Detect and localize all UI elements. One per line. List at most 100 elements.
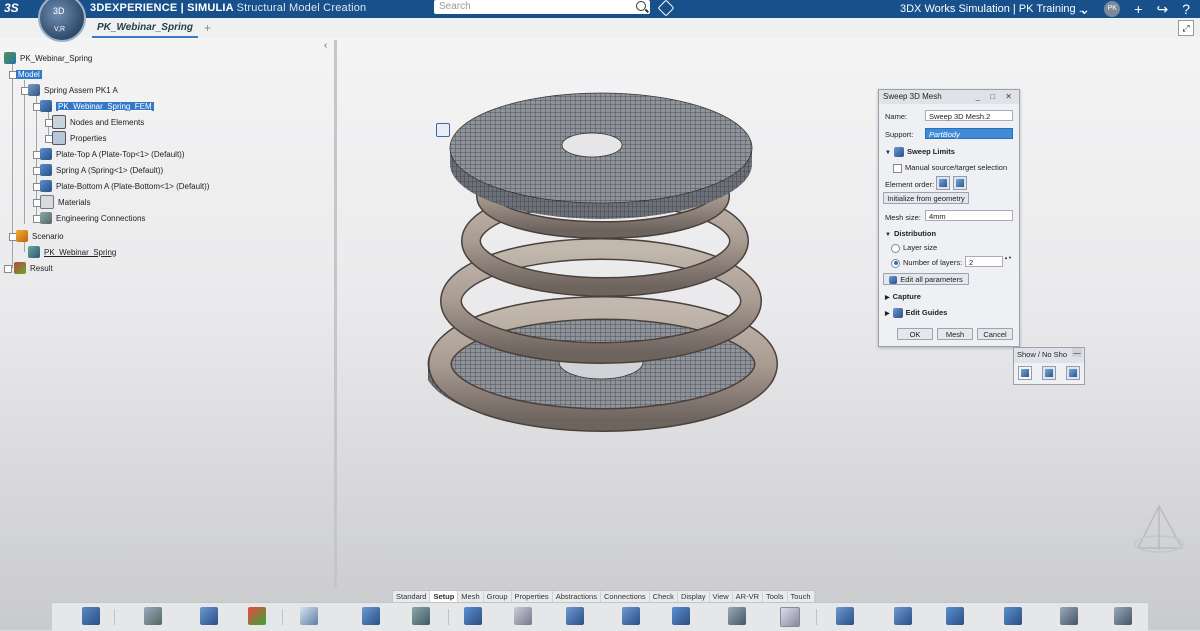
- tree-item-assembly[interactable]: Spring Assem PK1 A: [28, 83, 118, 97]
- tree-item-label: PK_Webinar_Spring: [44, 247, 117, 257]
- show-panel-title-bar[interactable]: Show / No Sho —: [1014, 348, 1084, 363]
- chevron-down-icon[interactable]: ⌄: [1079, 2, 1091, 16]
- help-icon[interactable]: ?: [1182, 2, 1190, 16]
- materials-icon[interactable]: [248, 607, 266, 625]
- layers-spinner[interactable]: ▲▼: [1004, 255, 1012, 261]
- parabolic-order-button[interactable]: [953, 176, 967, 190]
- avatar[interactable]: PK: [1104, 1, 1121, 17]
- octree-mesh-icon[interactable]: [362, 607, 380, 625]
- tree-item-label: Spring Assem PK1 A: [44, 85, 118, 95]
- number-of-layers-option[interactable]: Number of layers:: [891, 258, 962, 268]
- nodes-icon: [52, 115, 66, 129]
- assembly-icon: [28, 84, 40, 96]
- collapse-tree-button[interactable]: ‹: [324, 40, 327, 51]
- sweep-3d-mesh-dialog: Sweep 3D Mesh _ □ ✕ Name: Sweep 3D Mesh.…: [878, 89, 1020, 347]
- transform-icon[interactable]: [728, 607, 746, 625]
- cancel-button[interactable]: Cancel: [977, 328, 1013, 340]
- undo-icon[interactable]: [82, 607, 100, 625]
- edit-guides-section[interactable]: ▶ Edit Guides: [885, 308, 947, 319]
- distribution-section[interactable]: ▼ Distribution: [885, 229, 936, 238]
- layer-size-radio[interactable]: [891, 243, 900, 253]
- share-icon[interactable]: ↪: [1156, 2, 1168, 16]
- tetra-mesh-icon[interactable]: [672, 607, 690, 625]
- import-icon[interactable]: [200, 607, 218, 625]
- tree-item-label: Engineering Connections: [56, 213, 146, 223]
- hexa-mesh-icon[interactable]: [836, 607, 854, 625]
- app-brand: 3DEXPERIENCE | SIMULIA Structural Model …: [90, 2, 366, 14]
- axis-compass-icon[interactable]: [1126, 500, 1192, 566]
- table-icon[interactable]: [300, 607, 318, 625]
- tree-item-result[interactable]: Result: [14, 261, 53, 275]
- mesh-cube-icon[interactable]: [780, 607, 800, 627]
- layer-size-option[interactable]: Layer size: [891, 243, 937, 253]
- layers-field[interactable]: 2: [965, 256, 1003, 267]
- workspace-title[interactable]: 3DX Works Simulation | PK Training ...: [900, 3, 1088, 15]
- solid-mesh-icon[interactable]: [464, 607, 482, 625]
- tree-item-simulation[interactable]: PK_Webinar_Spring: [28, 245, 116, 259]
- add-icon[interactable]: +: [1134, 2, 1142, 16]
- manual-selection-option[interactable]: Manual source/target selection: [893, 163, 1007, 173]
- show-no-show-panel: Show / No Sho —: [1013, 347, 1085, 385]
- chevron-down-icon: ▼: [885, 150, 891, 156]
- ok-button[interactable]: OK: [897, 328, 933, 340]
- mesh-size-field[interactable]: 4mm: [925, 210, 1013, 221]
- tree-item-model[interactable]: Model: [16, 67, 450, 137]
- add-tab-button[interactable]: +: [204, 21, 211, 35]
- tree-item-plate-bottom[interactable]: Plate-Bottom A (Plate-Bottom<1> (Default…: [40, 179, 209, 193]
- expand-toggle[interactable]: [4, 265, 12, 273]
- name-field[interactable]: Sweep 3D Mesh.2: [925, 110, 1013, 121]
- mesh-check-icon[interactable]: [1060, 607, 1078, 625]
- plate-top[interactable]: [449, 92, 753, 219]
- hide-button[interactable]: [1042, 366, 1056, 380]
- tree-item-fem[interactable]: PK_Webinar_Spring_FEM: [40, 99, 154, 113]
- fem-icon: [40, 100, 52, 112]
- symmetry-icon[interactable]: [946, 607, 964, 625]
- expand-icon[interactable]: ⤢: [1178, 20, 1194, 36]
- quality-icon[interactable]: [1114, 607, 1132, 625]
- swap-space-button[interactable]: [1066, 366, 1080, 380]
- tab-pk-webinar-spring[interactable]: PK_Webinar_Spring: [92, 20, 198, 38]
- search-icon[interactable]: [636, 1, 646, 11]
- tree-item-root[interactable]: PK_Webinar_Spring: [4, 51, 92, 65]
- tree-item-properties[interactable]: Properties: [52, 131, 106, 145]
- sweep-mesh-icon[interactable]: [566, 607, 584, 625]
- simulation-icon: [28, 246, 40, 258]
- tree-item-plate-top[interactable]: Plate-Top A (Plate-Top<1> (Default)): [40, 147, 185, 161]
- number-of-layers-radio[interactable]: [891, 258, 900, 268]
- tree-item-materials[interactable]: Materials: [40, 195, 90, 209]
- tree-item-label: Materials: [58, 197, 91, 207]
- sweep-limits-label: Sweep Limits: [906, 147, 955, 156]
- surface-mesh-icon[interactable]: [412, 607, 430, 625]
- mesh-button[interactable]: Mesh: [937, 328, 973, 340]
- show-panel-close[interactable]: —: [1072, 348, 1082, 357]
- dialog-title-bar[interactable]: Sweep 3D Mesh _ □ ✕: [879, 90, 1019, 104]
- show-all-button[interactable]: [1018, 366, 1032, 380]
- linear-order-button[interactable]: [936, 176, 950, 190]
- tree-splitter[interactable]: [334, 40, 337, 588]
- tree-item-nodes-elements[interactable]: Nodes and Elements: [52, 115, 144, 129]
- connector-icon[interactable]: [1004, 607, 1022, 625]
- initialize-geometry-button[interactable]: Initialize from geometry: [883, 192, 969, 204]
- tree-item-scenario[interactable]: Scenario: [16, 229, 64, 243]
- dialog-window-buttons[interactable]: _ □ ✕: [976, 90, 1016, 104]
- tree-item-spring[interactable]: Spring A (Spring<1> (Default)): [40, 163, 163, 177]
- manual-selection-checkbox[interactable]: [893, 163, 902, 173]
- part-design-icon[interactable]: [144, 607, 162, 625]
- show-panel-title: Show / No Sho: [1017, 350, 1068, 359]
- sweep-limits-section[interactable]: ▼ Sweep Limits: [885, 147, 955, 158]
- beam-mesh-icon[interactable]: [514, 607, 532, 625]
- mesh-part-icon[interactable]: [894, 607, 912, 625]
- spring-mesh-model[interactable]: [420, 56, 790, 456]
- capture-section[interactable]: ▶ Capture: [885, 292, 921, 301]
- name-label: Name:: [885, 112, 908, 121]
- support-field[interactable]: PartBody: [925, 128, 1013, 139]
- tree-item-engineering-connections[interactable]: Engineering Connections: [40, 211, 145, 225]
- top-icons: ⌄ PK + ↪ ?: [1079, 0, 1190, 18]
- element-order-label: Element order:: [885, 180, 935, 189]
- search-placeholder: Search: [439, 1, 471, 12]
- ds-logo[interactable]: 3S: [4, 1, 19, 15]
- edit-all-parameters-button[interactable]: Edit all parameters: [883, 273, 969, 285]
- search-input[interactable]: Search: [434, 0, 650, 14]
- tag-icon[interactable]: [657, 0, 675, 17]
- sweep-3d-icon[interactable]: [622, 607, 640, 625]
